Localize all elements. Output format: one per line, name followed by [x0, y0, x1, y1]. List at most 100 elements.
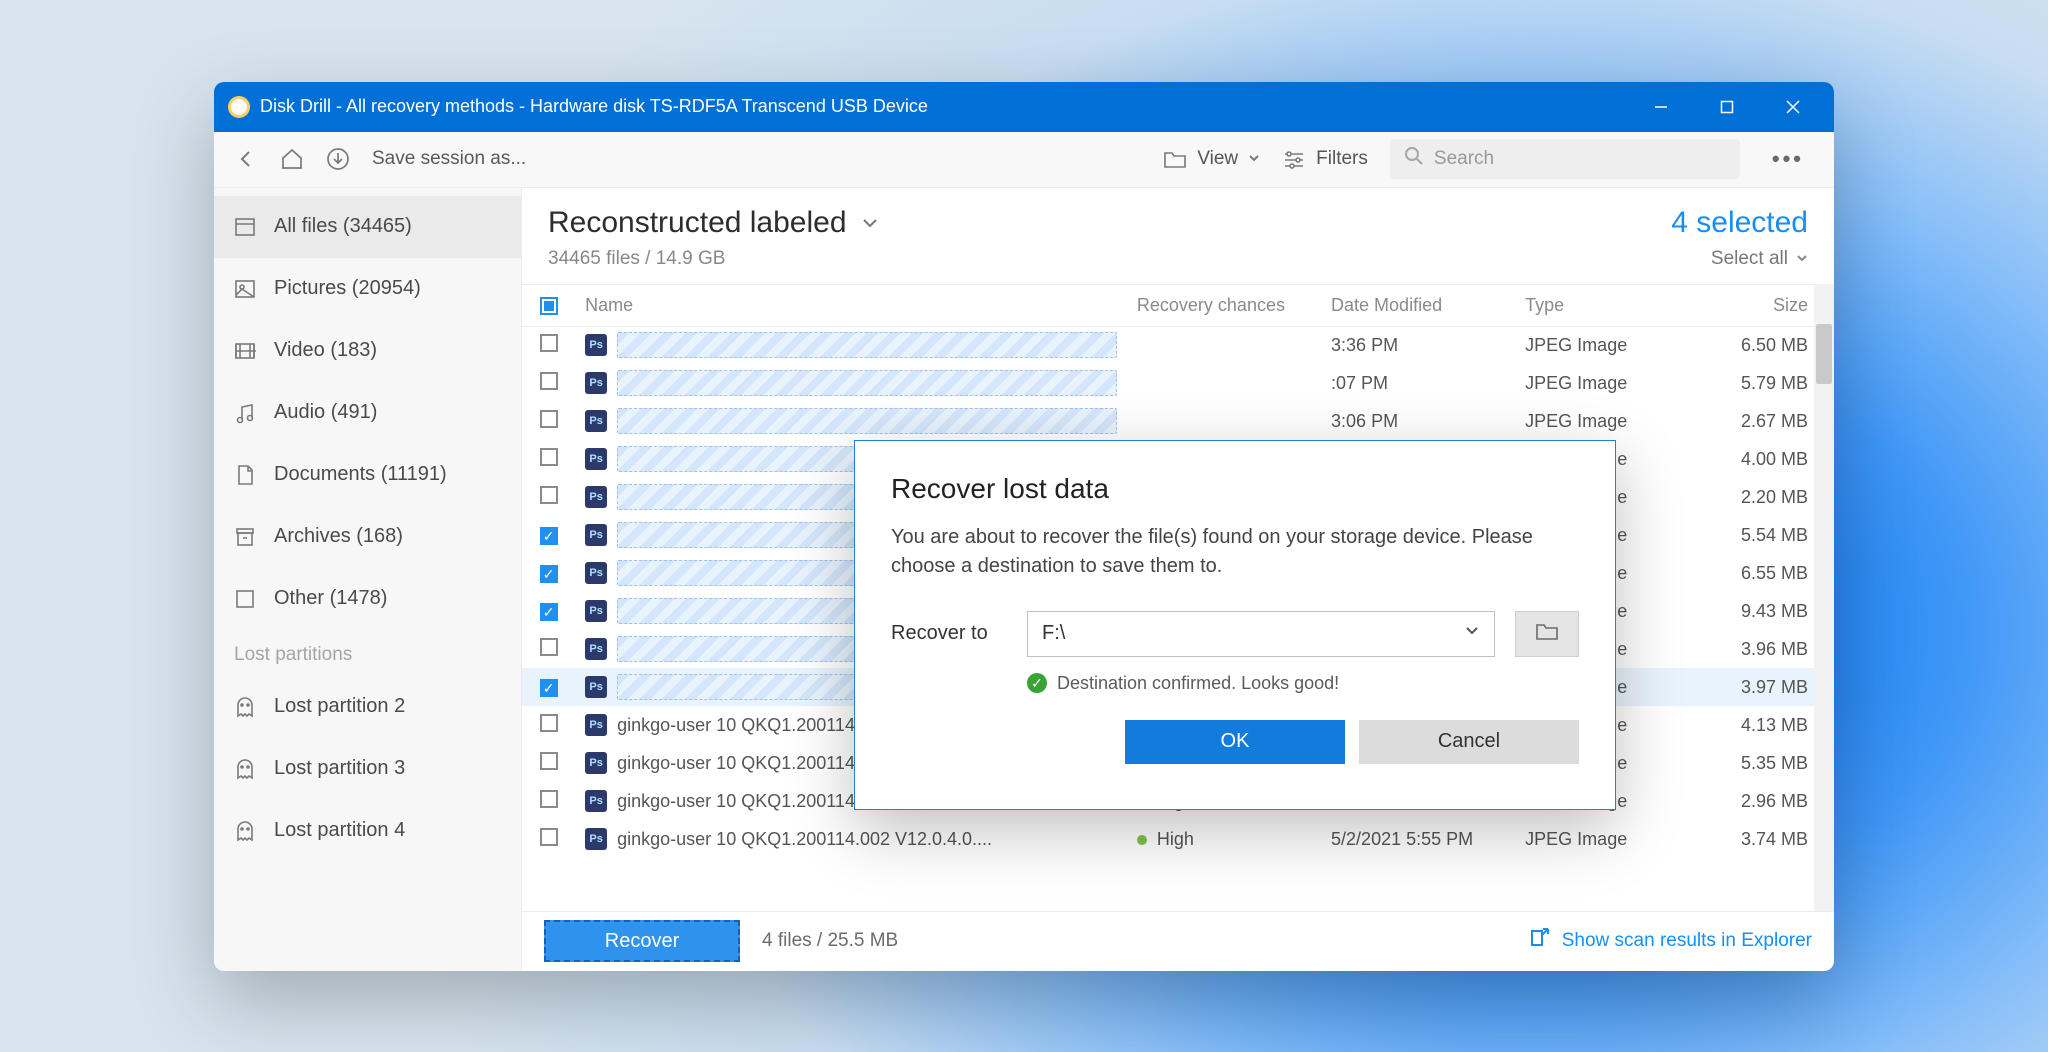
sidebar-item[interactable]: Video (183)	[214, 320, 521, 382]
sidebar-item[interactable]: Audio (491)	[214, 382, 521, 444]
main-title[interactable]: Reconstructed labeled	[548, 206, 879, 240]
file-size: 9.43 MB	[1741, 601, 1808, 621]
sidebar-partition[interactable]: Lost partition 3	[214, 738, 521, 800]
row-checkbox[interactable]	[540, 679, 558, 697]
ghost-icon	[234, 758, 256, 780]
footer: Recover 4 files / 25.5 MB Show scan resu…	[522, 911, 1834, 971]
select-all-button[interactable]: Select all	[1671, 248, 1808, 270]
filters-menu[interactable]: Filters	[1282, 147, 1368, 171]
back-icon[interactable]	[234, 147, 258, 171]
scrollbar[interactable]	[1814, 284, 1834, 911]
cancel-button[interactable]: Cancel	[1359, 720, 1579, 764]
chevron-down-icon	[1464, 622, 1480, 645]
maximize-button[interactable]	[1694, 82, 1760, 132]
file-size: 5.79 MB	[1741, 373, 1808, 393]
obscured-filename	[617, 332, 1117, 358]
row-checkbox[interactable]	[540, 638, 558, 656]
sidebar-item[interactable]: Other (1478)	[214, 568, 521, 630]
minimize-button[interactable]	[1628, 82, 1694, 132]
table-row[interactable]: Ps ginkgo-user 10 QKQ1.200114.002 V12.0.4…	[522, 820, 1834, 858]
file-name: ginkgo-user 10 QKQ1.200114.002 V12.0.4.0…	[617, 829, 992, 850]
destination-select[interactable]: F:\	[1027, 611, 1495, 657]
file-type: JPEG Image	[1525, 829, 1627, 849]
sidebar-item-label: Lost partition 2	[274, 695, 405, 718]
sidebar-item[interactable]: Pictures (20954)	[214, 258, 521, 320]
view-label: View	[1197, 148, 1238, 170]
file-size: 4.00 MB	[1741, 449, 1808, 469]
col-name[interactable]: Name	[575, 284, 1127, 326]
sidebar-item[interactable]: Documents (11191)	[214, 444, 521, 506]
more-menu[interactable]: •••	[1762, 146, 1814, 172]
ok-button[interactable]: OK	[1125, 720, 1345, 764]
file-type: JPEG Image	[1525, 373, 1627, 393]
home-icon[interactable]	[280, 147, 304, 171]
ps-file-icon: Ps	[585, 486, 607, 508]
main-header: Reconstructed labeled 34465 files / 14.9…	[522, 188, 1834, 284]
sidebar-item-label: Other (1478)	[274, 587, 387, 610]
table-row[interactable]: Ps:07 PMJPEG Image5.79 MB	[522, 364, 1834, 402]
sidebar-partition[interactable]: Lost partition 2	[214, 676, 521, 738]
ps-file-icon: Ps	[585, 410, 607, 432]
recover-button[interactable]: Recover	[544, 920, 740, 962]
row-checkbox[interactable]	[540, 603, 558, 621]
row-checkbox[interactable]	[540, 565, 558, 583]
ps-file-icon: Ps	[585, 676, 607, 698]
row-checkbox[interactable]	[540, 752, 558, 770]
file-size: 4.13 MB	[1741, 715, 1808, 735]
dialog-body: You are about to recover the file(s) fou…	[891, 523, 1579, 581]
row-checkbox[interactable]	[540, 790, 558, 808]
sidebar-item-label: Pictures (20954)	[274, 277, 421, 300]
table-row[interactable]: Ps3:36 PMJPEG Image6.50 MB	[522, 326, 1834, 364]
row-checkbox[interactable]	[540, 486, 558, 504]
dialog-title: Recover lost data	[891, 473, 1579, 505]
col-date[interactable]: Date Modified	[1321, 284, 1515, 326]
file-size: 3.96 MB	[1741, 639, 1808, 659]
chevron-down-icon	[1796, 248, 1808, 270]
folder-icon	[1163, 147, 1187, 171]
row-checkbox[interactable]	[540, 828, 558, 846]
select-all-label: Select all	[1711, 248, 1788, 270]
document-icon	[234, 464, 256, 486]
ps-file-icon: Ps	[585, 638, 607, 660]
archive-icon	[234, 526, 256, 548]
file-size: 2.96 MB	[1741, 791, 1808, 811]
ps-file-icon: Ps	[585, 562, 607, 584]
file-size: 6.50 MB	[1741, 335, 1808, 355]
row-checkbox[interactable]	[540, 372, 558, 390]
check-circle-icon: ✓	[1027, 673, 1047, 693]
header-checkbox[interactable]	[540, 297, 558, 315]
sidebar-item-label: Archives (168)	[274, 525, 403, 548]
sidebar-partition[interactable]: Lost partition 4	[214, 800, 521, 862]
table-row[interactable]: Ps3:06 PMJPEG Image2.67 MB	[522, 402, 1834, 440]
browse-button[interactable]	[1515, 611, 1579, 657]
save-session-button[interactable]: Save session as...	[372, 148, 526, 170]
row-checkbox[interactable]	[540, 334, 558, 352]
close-button[interactable]	[1760, 82, 1826, 132]
show-in-explorer-link[interactable]: Show scan results in Explorer	[1528, 927, 1812, 955]
file-size: 2.67 MB	[1741, 411, 1808, 431]
recover-to-label: Recover to	[891, 622, 1007, 645]
window-title: Disk Drill - All recovery methods - Hard…	[260, 96, 928, 117]
ps-file-icon: Ps	[585, 448, 607, 470]
row-checkbox[interactable]	[540, 527, 558, 545]
date-modified: 5/2/2021 5:55 PM	[1331, 829, 1473, 849]
col-size[interactable]: Size	[1691, 284, 1834, 326]
ps-file-icon: Ps	[585, 828, 607, 850]
row-checkbox[interactable]	[540, 410, 558, 428]
row-checkbox[interactable]	[540, 714, 558, 732]
search-input[interactable]: Search	[1390, 139, 1740, 179]
file-size: 3.74 MB	[1741, 829, 1808, 849]
row-checkbox[interactable]	[540, 448, 558, 466]
col-recovery[interactable]: Recovery chances	[1127, 284, 1321, 326]
sidebar-item[interactable]: Archives (168)	[214, 506, 521, 568]
sidebar-item[interactable]: All files (34465)	[214, 196, 521, 258]
ps-file-icon: Ps	[585, 790, 607, 812]
col-type[interactable]: Type	[1515, 284, 1691, 326]
other-icon	[234, 588, 256, 610]
audio-icon	[234, 402, 256, 424]
main-subtitle: 34465 files / 14.9 GB	[548, 248, 879, 270]
download-icon[interactable]	[326, 147, 350, 171]
ghost-icon	[234, 696, 256, 718]
view-menu[interactable]: View	[1163, 147, 1260, 171]
ghost-icon	[234, 820, 256, 842]
